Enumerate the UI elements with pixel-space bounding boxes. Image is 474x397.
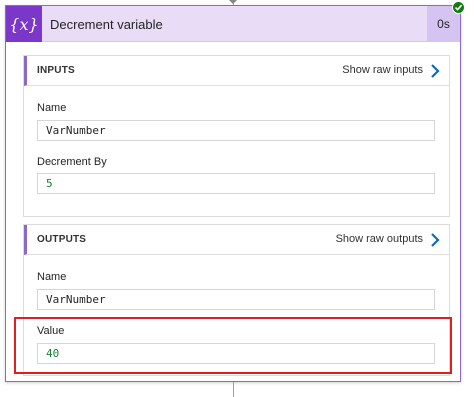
connector-line-bottom (233, 382, 234, 397)
outputs-heading: OUTPUTS (37, 234, 87, 245)
input-decrement-value: 5 (37, 173, 435, 194)
input-name-text: VarNumber (46, 124, 106, 137)
input-name-value: VarNumber (37, 120, 435, 141)
output-name-value: VarNumber (37, 289, 435, 310)
action-title: Decrement variable (50, 17, 163, 32)
value-highlight-box (14, 317, 452, 374)
show-raw-inputs-link[interactable]: Show raw inputs (342, 64, 423, 76)
input-name-label: Name (37, 102, 67, 114)
chevron-right-icon[interactable] (429, 63, 441, 79)
inputs-section: INPUTS Show raw inputs Name VarNumber De… (23, 55, 450, 217)
input-decrement-label: Decrement By (37, 156, 107, 168)
connector-arrow-icon (229, 0, 237, 4)
action-header[interactable]: {x} Decrement variable 0s (6, 6, 460, 42)
outputs-section-header: OUTPUTS Show raw outputs (24, 225, 449, 255)
variable-icon: {x} (6, 6, 42, 42)
input-decrement-text: 5 (46, 177, 53, 190)
show-raw-outputs-link[interactable]: Show raw outputs (336, 233, 423, 245)
variable-icon-glyph: {x} (9, 14, 39, 34)
success-check-icon (452, 1, 465, 14)
output-name-text: VarNumber (46, 293, 106, 306)
inputs-section-header: INPUTS Show raw inputs (24, 56, 449, 86)
inputs-heading: INPUTS (37, 65, 75, 76)
chevron-right-icon[interactable] (429, 232, 441, 248)
duration-text: 0s (437, 16, 450, 31)
output-name-label: Name (37, 271, 67, 283)
